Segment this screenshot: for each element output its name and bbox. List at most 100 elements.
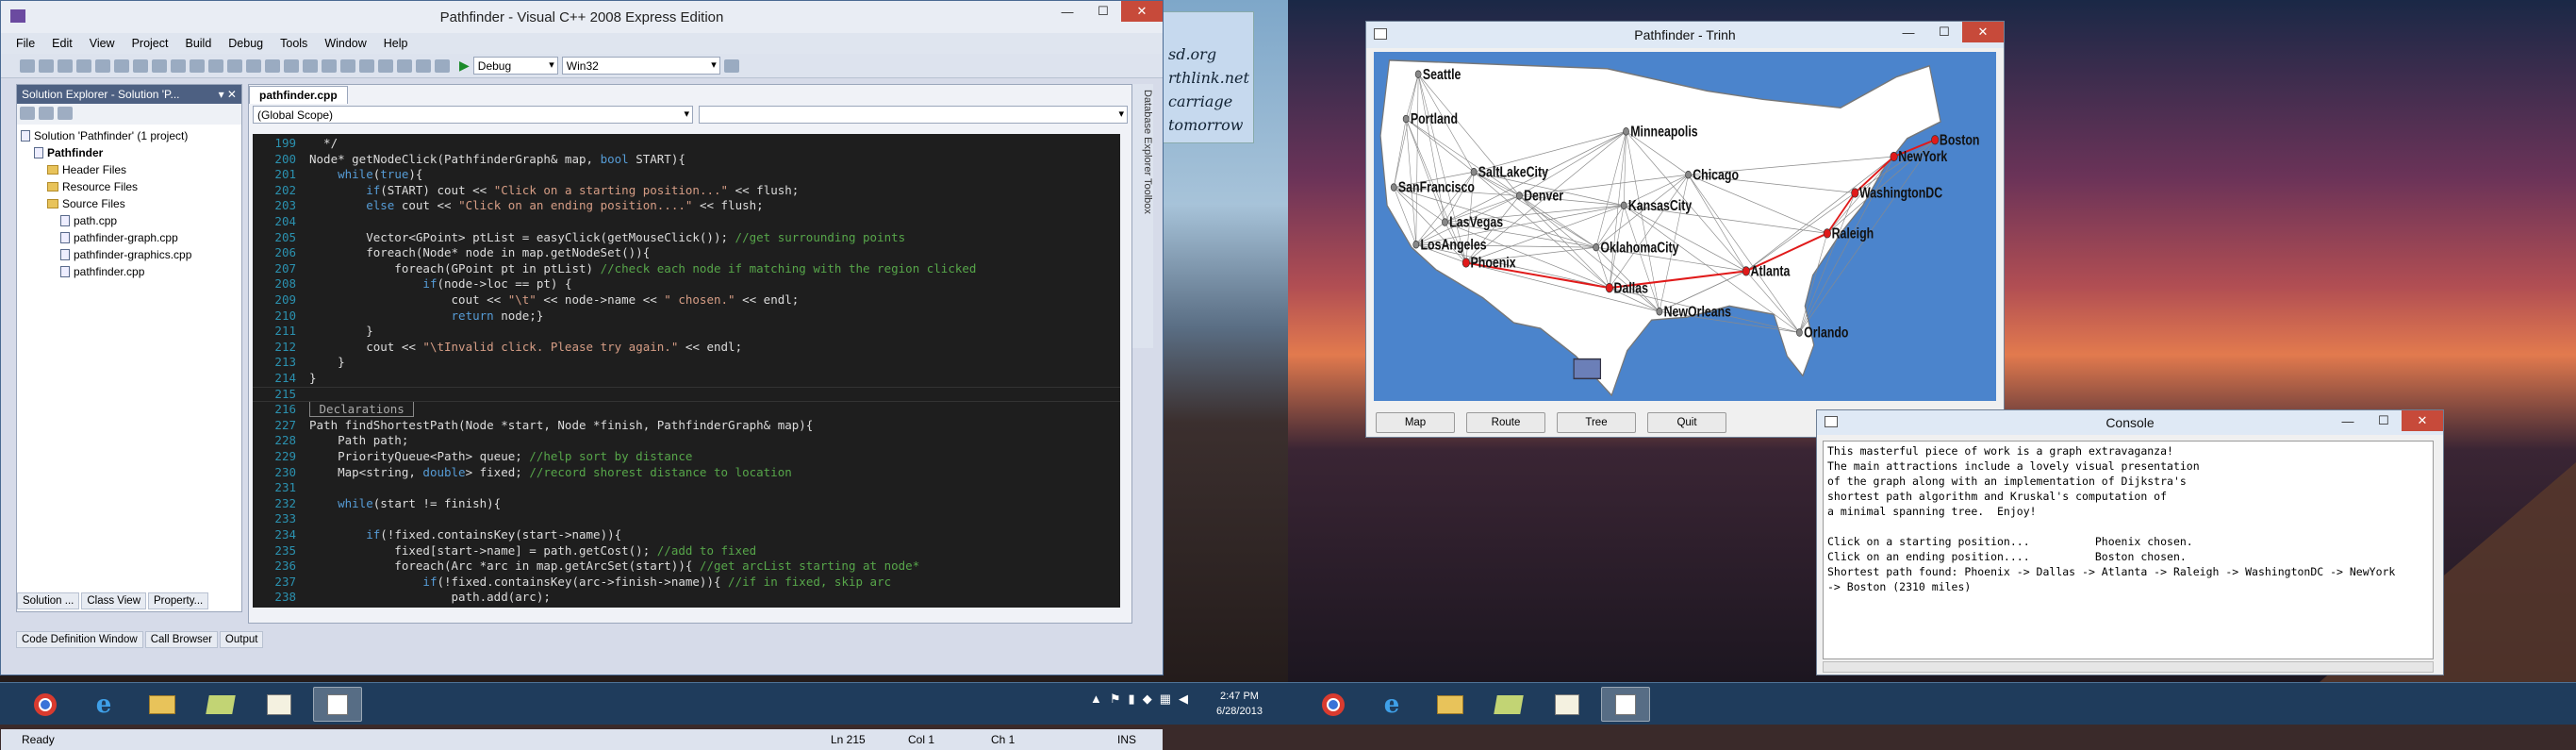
tab-solution[interactable]: Solution ... bbox=[17, 592, 80, 609]
pathfinder-titlebar[interactable]: Pathfinder - Trinh — ☐ ✕ bbox=[1366, 22, 2004, 48]
cut-icon[interactable] bbox=[95, 58, 110, 73]
tree-button[interactable]: Tree bbox=[1557, 412, 1636, 433]
new-file-icon[interactable] bbox=[20, 58, 35, 73]
properties-icon[interactable] bbox=[359, 58, 374, 73]
ie-icon[interactable]: e bbox=[1367, 687, 1416, 722]
city-node[interactable] bbox=[1470, 168, 1478, 176]
start-debug-icon[interactable]: ▶ bbox=[459, 58, 470, 74]
save-icon[interactable] bbox=[58, 58, 73, 73]
city-node[interactable] bbox=[1402, 114, 1410, 124]
tree-item[interactable]: pathfinder.cpp bbox=[21, 263, 238, 280]
pin-icon[interactable]: ▾ ✕ bbox=[219, 88, 237, 101]
code-area[interactable]: 199 */ 200 Node* getNodeClick(PathfinderGr… bbox=[253, 134, 1120, 608]
battery-icon[interactable]: ▮ bbox=[1129, 692, 1135, 707]
system-tray[interactable]: ▲ ⚑ ▮ ◆ ▦ ◀ bbox=[1090, 692, 1188, 707]
city-node[interactable] bbox=[1516, 192, 1523, 200]
city-node[interactable] bbox=[1605, 283, 1613, 293]
close-button[interactable]: ✕ bbox=[2402, 410, 2443, 431]
console-output[interactable]: This masterful piece of work is a graph … bbox=[1823, 441, 2434, 659]
map-button[interactable]: Map bbox=[1376, 412, 1455, 433]
tree-item[interactable]: Solution 'Pathfinder' (1 project) bbox=[21, 127, 238, 144]
chevron-up-icon[interactable]: ▲ bbox=[1090, 692, 1102, 707]
comment-icon[interactable] bbox=[208, 58, 223, 73]
city-node[interactable] bbox=[1796, 328, 1803, 337]
scope-select[interactable]: (Global Scope) bbox=[253, 106, 693, 124]
city-node[interactable] bbox=[1442, 218, 1448, 226]
maximize-button[interactable]: ☐ bbox=[1926, 22, 1962, 42]
layout-icon[interactable] bbox=[322, 58, 337, 73]
menu-window[interactable]: Window bbox=[324, 37, 366, 50]
quit-button[interactable]: Quit bbox=[1647, 412, 1726, 433]
maximize-button[interactable]: ☐ bbox=[2366, 410, 2402, 431]
close-button[interactable]: ✕ bbox=[1121, 1, 1163, 22]
tab-call-browser[interactable]: Call Browser bbox=[144, 631, 218, 648]
city-node[interactable] bbox=[1931, 135, 1940, 145]
city-node[interactable] bbox=[1851, 188, 1859, 198]
city-node[interactable] bbox=[1823, 228, 1831, 239]
menu-debug[interactable]: Debug bbox=[228, 37, 263, 50]
vs-titlebar[interactable]: Pathfinder - Visual C++ 2008 Express Edi… bbox=[1, 1, 1163, 33]
uncomment-icon[interactable] bbox=[227, 58, 242, 73]
tab-property[interactable]: Property... bbox=[148, 592, 209, 609]
tree-item[interactable]: Resource Files bbox=[21, 178, 238, 195]
volume-icon[interactable]: ◀ bbox=[1179, 692, 1188, 707]
step-icon[interactable] bbox=[435, 58, 450, 73]
find-icon[interactable] bbox=[190, 58, 205, 73]
menu-edit[interactable]: Edit bbox=[52, 37, 73, 50]
tree-item[interactable]: Pathfinder bbox=[21, 144, 238, 161]
tree-item[interactable]: Source Files bbox=[21, 195, 238, 212]
java-taskbar-icon[interactable] bbox=[1601, 687, 1650, 722]
menu-file[interactable]: File bbox=[16, 37, 35, 50]
format-icon[interactable] bbox=[303, 58, 318, 73]
city-node[interactable] bbox=[1620, 201, 1627, 210]
open-icon[interactable] bbox=[39, 58, 54, 73]
navigate-back-icon[interactable] bbox=[397, 58, 412, 73]
toolbox-icon[interactable] bbox=[378, 58, 393, 73]
menu-help[interactable]: Help bbox=[384, 37, 408, 50]
horizontal-scrollbar[interactable] bbox=[1823, 661, 2434, 673]
tab-pathfinder-cpp[interactable]: pathfinder.cpp bbox=[249, 86, 348, 104]
city-node[interactable] bbox=[1623, 127, 1629, 136]
city-node[interactable] bbox=[1656, 308, 1663, 316]
tree-item[interactable]: pathfinder-graphics.cpp bbox=[21, 246, 238, 263]
explorer-icon[interactable] bbox=[1426, 687, 1475, 722]
config-select[interactable]: Debug bbox=[472, 57, 558, 75]
bookmark-icon[interactable] bbox=[246, 58, 261, 73]
minimize-button[interactable]: — bbox=[2330, 410, 2366, 431]
library-icon[interactable] bbox=[196, 687, 245, 722]
properties-icon[interactable] bbox=[20, 107, 35, 120]
chrome-icon[interactable] bbox=[21, 687, 70, 722]
tree-item[interactable]: path.cpp bbox=[21, 212, 238, 229]
city-node[interactable] bbox=[1685, 171, 1692, 179]
window-icon[interactable] bbox=[340, 58, 355, 73]
network-icon[interactable]: ▦ bbox=[1160, 692, 1171, 707]
refresh-icon[interactable] bbox=[58, 107, 73, 120]
menu-project[interactable]: Project bbox=[132, 37, 169, 50]
redo-icon[interactable] bbox=[171, 58, 186, 73]
navigate-forward-icon[interactable] bbox=[416, 58, 431, 73]
city-node[interactable] bbox=[1412, 241, 1420, 249]
close-button[interactable]: ✕ bbox=[1962, 22, 2004, 42]
ie-icon[interactable]: e bbox=[79, 687, 128, 722]
member-select[interactable] bbox=[698, 106, 1128, 124]
tab-output[interactable]: Output bbox=[219, 631, 264, 648]
library-icon[interactable] bbox=[1484, 687, 1533, 722]
clock[interactable]: 2:47 PM 6/28/2013 bbox=[1216, 689, 1263, 719]
flag-icon[interactable]: ⚑ bbox=[1110, 692, 1121, 707]
city-node[interactable] bbox=[1593, 242, 1600, 252]
side-tool-panel[interactable]: Database Explorer Toolbox bbox=[1132, 84, 1153, 348]
city-node[interactable] bbox=[1742, 266, 1750, 276]
find-in-files-icon[interactable] bbox=[723, 58, 739, 73]
us-map[interactable]: Seattle Portland SanFrancisco LosAngeles Las… bbox=[1374, 52, 1996, 401]
route-button[interactable]: Route bbox=[1466, 412, 1545, 433]
menu-build[interactable]: Build bbox=[185, 37, 211, 50]
copy-icon[interactable] bbox=[114, 58, 129, 73]
undo-icon[interactable] bbox=[152, 58, 167, 73]
solution-explorer-header[interactable]: Solution Explorer - Solution 'P... ▾ ✕ bbox=[17, 85, 241, 104]
indent-icon[interactable] bbox=[265, 58, 280, 73]
show-all-files-icon[interactable] bbox=[39, 107, 54, 120]
outdent-icon[interactable] bbox=[284, 58, 299, 73]
minimize-button[interactable]: — bbox=[1049, 1, 1085, 22]
visual-studio-taskbar-icon[interactable] bbox=[313, 687, 362, 722]
city-node[interactable] bbox=[1890, 151, 1898, 162]
